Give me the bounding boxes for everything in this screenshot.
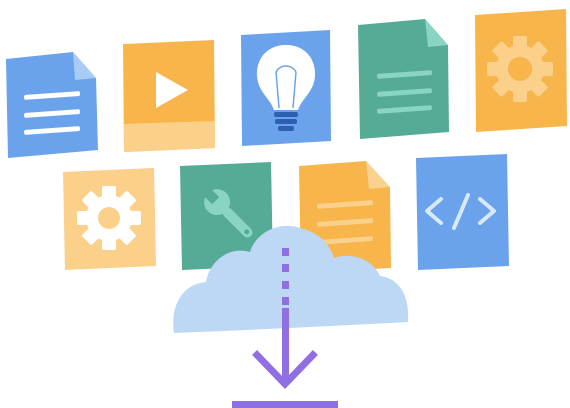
idea-tile-blue <box>241 30 331 146</box>
settings-tile-light-orange <box>63 168 156 270</box>
cloud-download-illustration <box>6 9 567 408</box>
document-tile-teal <box>358 19 449 139</box>
code-tile-blue <box>416 154 509 270</box>
document-tile-blue <box>6 52 98 158</box>
gear-icon <box>487 36 553 102</box>
gear-icon <box>77 186 141 250</box>
settings-tile-orange <box>475 9 567 132</box>
video-tile-orange <box>123 40 215 152</box>
